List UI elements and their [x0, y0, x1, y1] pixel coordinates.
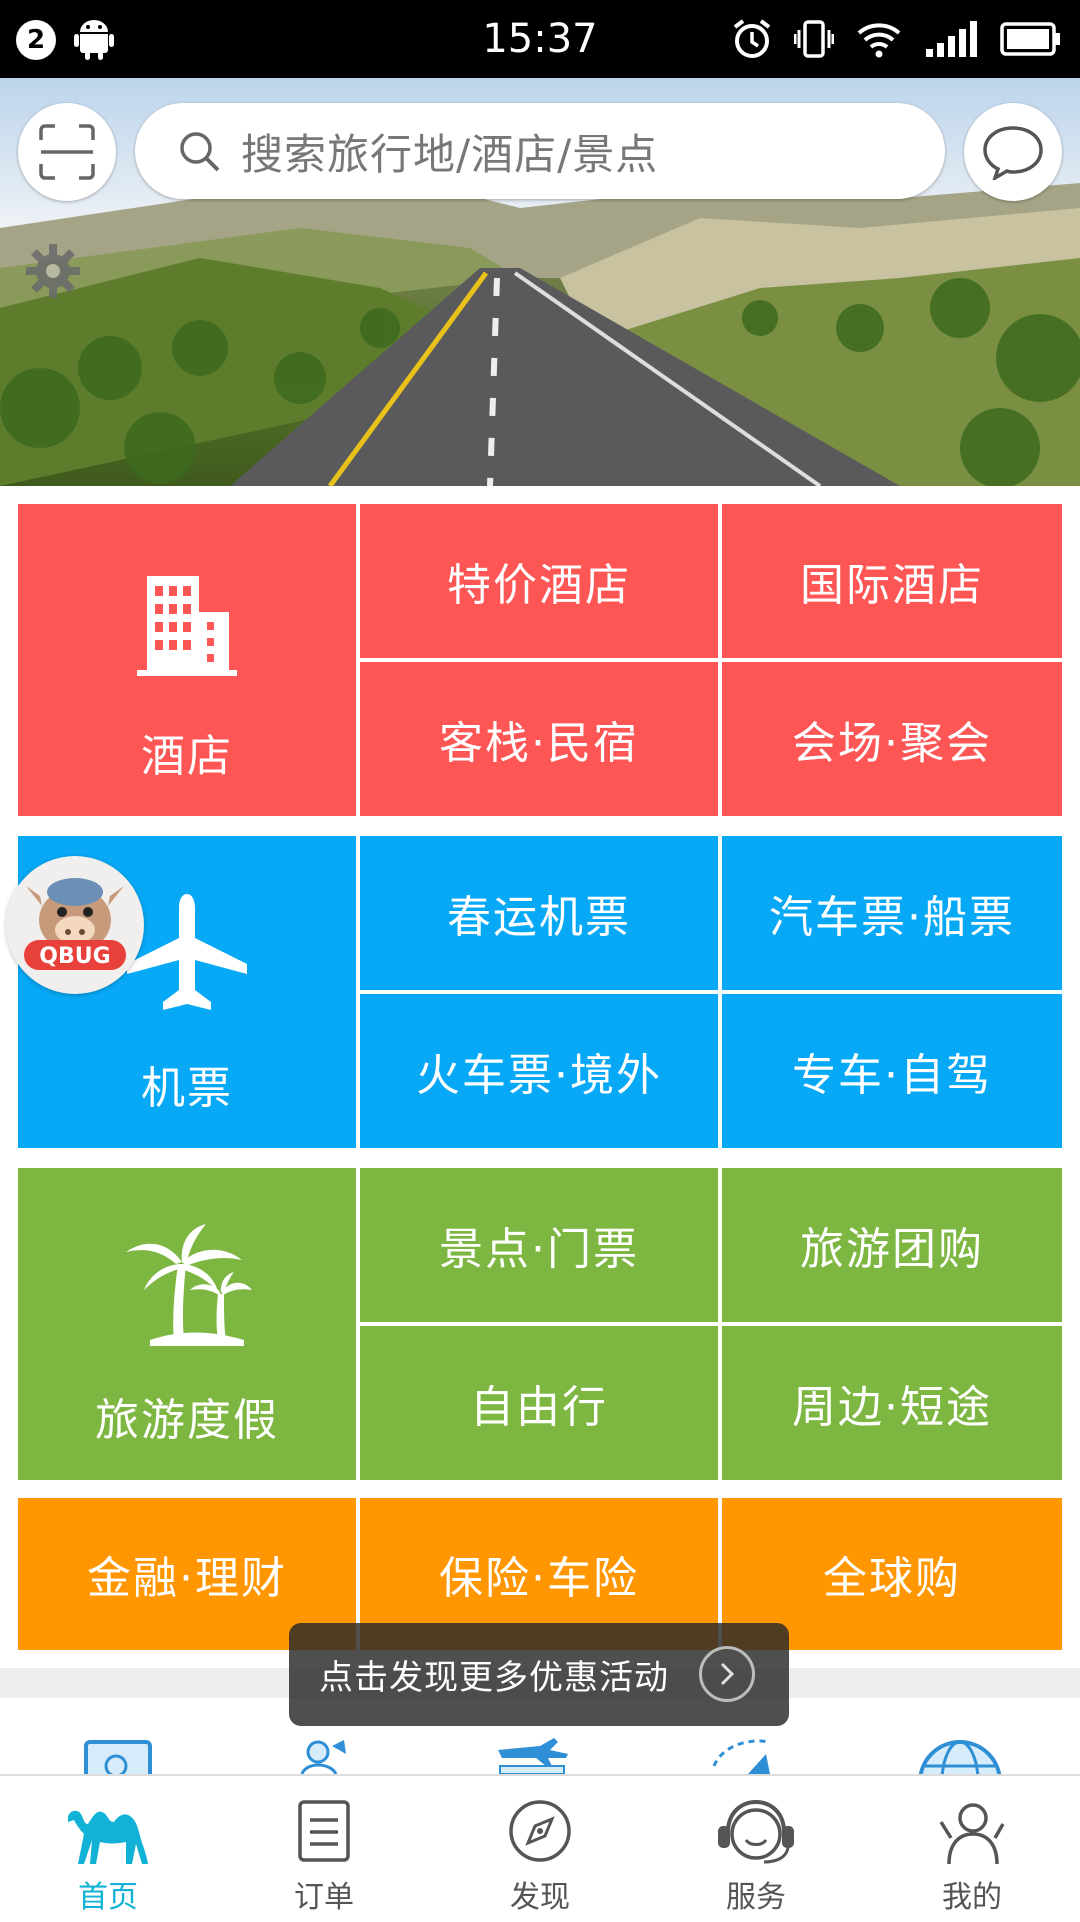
travel-label: 旅游度假	[95, 1395, 279, 1446]
compass-icon	[509, 1800, 571, 1862]
nav-mine[interactable]: 我的	[864, 1776, 1080, 1922]
train-overseas-tile[interactable]: 火车票·境外	[360, 994, 718, 1148]
flight-deal-icon[interactable]	[492, 1736, 572, 1774]
chevron-right-icon[interactable]	[699, 1646, 755, 1702]
free-travel-tile[interactable]: 自由行	[360, 1326, 718, 1480]
battery-icon	[1000, 22, 1060, 56]
qbug-floating-button[interactable]: QBUG	[6, 856, 144, 994]
spring-festival-flight-tile[interactable]: 春运机票	[360, 836, 718, 990]
bottom-nav: 首页 订单 发现 服务 我的	[0, 1774, 1080, 1922]
qbug-mascot-icon: QBUG	[24, 878, 126, 970]
promo-toast[interactable]: 点击发现更多优惠活动	[289, 1623, 789, 1726]
gear-icon[interactable]	[24, 242, 82, 300]
nav-discover[interactable]: 发现	[432, 1776, 648, 1922]
alarm-icon	[733, 19, 771, 58]
vibrate-icon	[794, 20, 834, 58]
nav-orders[interactable]: 订单	[216, 1776, 432, 1922]
nav-home[interactable]: 首页	[0, 1776, 216, 1922]
user-icon	[939, 1803, 1005, 1865]
flight-label: 机票	[141, 1063, 233, 1114]
intl-hotel-tile[interactable]: 国际酒店	[722, 504, 1062, 658]
nav-orders-label: 订单	[294, 1880, 354, 1915]
passport-icon[interactable]	[82, 1736, 156, 1774]
palm-tree-icon	[126, 1224, 252, 1346]
venue-party-tile[interactable]: 会场·聚会	[722, 662, 1062, 816]
special-hotel-tile[interactable]: 特价酒店	[360, 504, 718, 658]
car-selfdrive-tile[interactable]: 专车·自驾	[722, 994, 1062, 1148]
scan-button[interactable]	[18, 103, 116, 201]
search-placeholder: 搜索旅行地/酒店/景点	[241, 129, 659, 179]
group-buy-tile[interactable]: 旅游团购	[722, 1168, 1062, 1322]
nav-service[interactable]: 服务	[648, 1776, 864, 1922]
nav-mine-label: 我的	[942, 1880, 1002, 1915]
promo-toast-text: 点击发现更多优惠活动	[319, 1658, 669, 1698]
headset-icon	[718, 1799, 794, 1864]
scenic-ticket-tile[interactable]: 景点·门票	[360, 1168, 718, 1322]
hotel-tile[interactable]: 酒店	[18, 504, 356, 816]
scan-icon	[39, 124, 95, 180]
airplane-icon	[127, 894, 247, 1010]
building-icon	[137, 576, 237, 676]
nav-home-label: 首页	[78, 1880, 138, 1915]
inn-homestay-tile[interactable]: 客栈·民宿	[360, 662, 718, 816]
nearby-short-trip-tile[interactable]: 周边·短途	[722, 1326, 1062, 1480]
nav-discover-label: 发现	[510, 1880, 570, 1915]
bus-ship-ticket-tile[interactable]: 汽车票·船票	[722, 836, 1062, 990]
globe-icon[interactable]	[914, 1736, 1006, 1774]
qbug-label: QBUG	[39, 944, 110, 969]
status-bar: 2 15:37	[0, 0, 1080, 78]
order-list-icon	[298, 1800, 350, 1862]
nav-service-label: 服务	[726, 1880, 786, 1915]
wifi-icon	[857, 23, 901, 58]
camel-icon	[68, 1810, 148, 1864]
navigation-icon[interactable]	[708, 1736, 792, 1774]
tour-guide-icon[interactable]	[296, 1736, 362, 1774]
travel-tile[interactable]: 旅游度假	[18, 1168, 356, 1480]
signal-icon	[926, 21, 977, 57]
message-icon	[983, 126, 1043, 180]
search-input[interactable]: 搜索旅行地/酒店/景点	[135, 103, 945, 199]
search-icon	[180, 132, 220, 172]
message-button[interactable]	[964, 103, 1062, 201]
hotel-label: 酒店	[141, 731, 233, 782]
